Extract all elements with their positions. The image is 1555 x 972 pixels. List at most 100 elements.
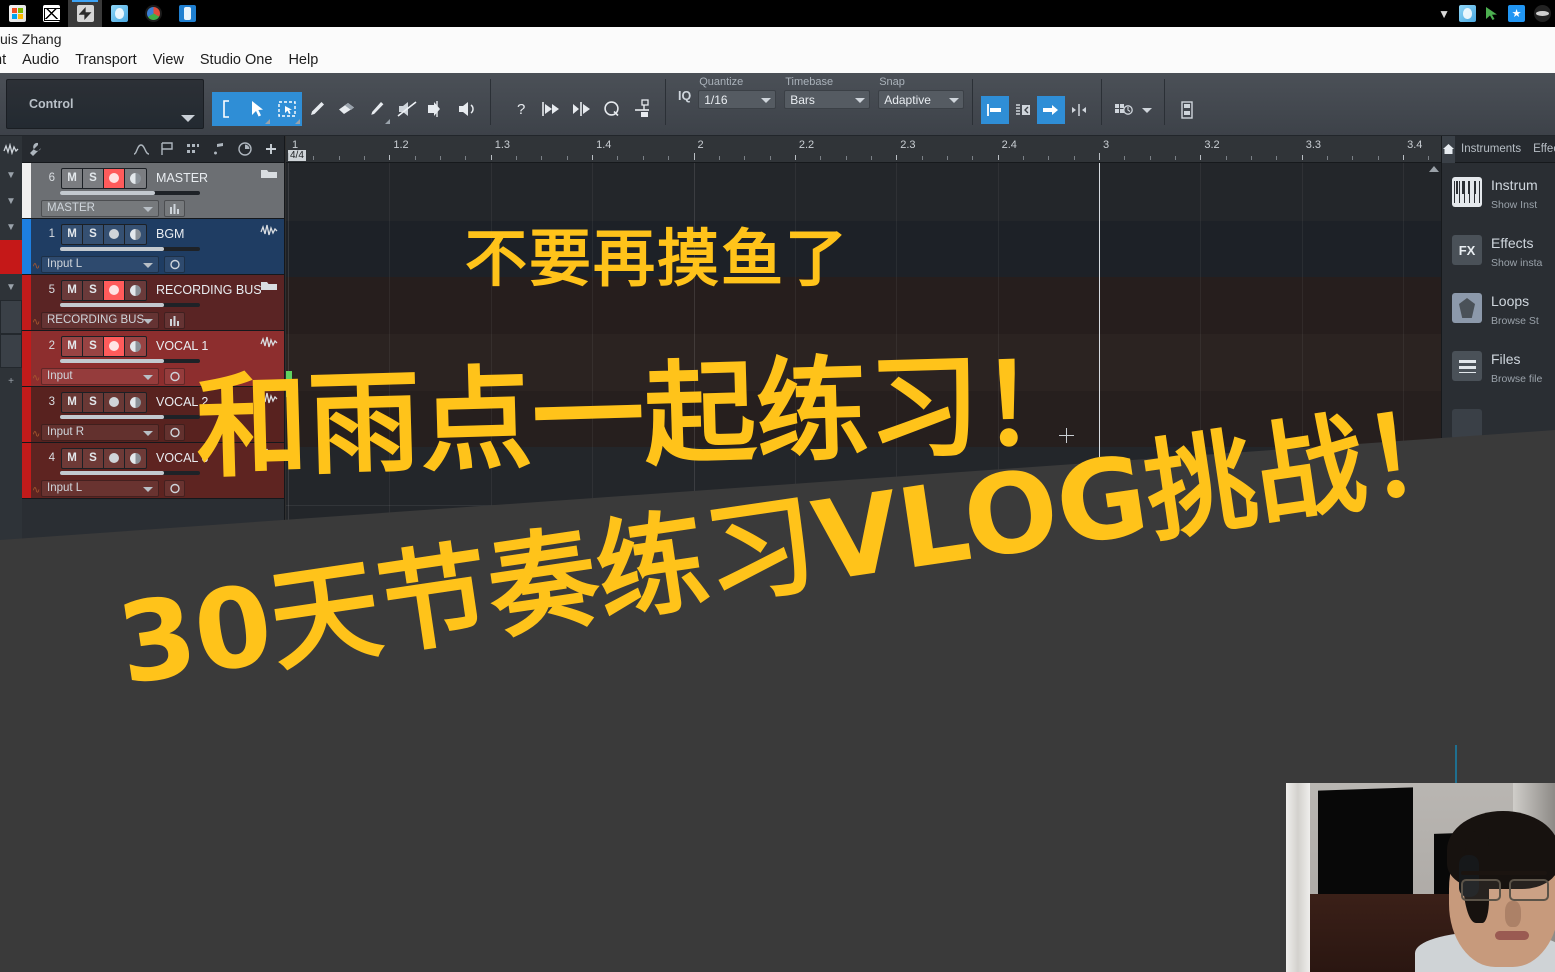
snap-to-bar-button[interactable] (981, 96, 1010, 124)
automation-indicator[interactable]: ∿ (32, 373, 40, 384)
wrench-icon[interactable] (22, 136, 48, 163)
track-row[interactable]: 5 M S RECORDING BUS RECORDING BUS ∿ (22, 275, 284, 331)
record-arm-button[interactable] (104, 168, 125, 188)
track-volume-slider[interactable] (60, 191, 200, 196)
arrangement-grid[interactable] (286, 163, 1441, 972)
rail-add-1[interactable]: + (0, 368, 22, 394)
track-volume-slider[interactable] (60, 415, 200, 420)
record-arm-button[interactable] (104, 336, 125, 356)
rail-dropdown-3[interactable]: ▼ (0, 214, 22, 240)
taskbar-studio-one[interactable] (68, 0, 102, 27)
snap-grid-button[interactable] (1009, 96, 1037, 124)
q-quantize-icon[interactable] (597, 92, 627, 126)
browser-item[interactable]: Files Browse file (1442, 351, 1555, 409)
waveform-icon[interactable] (260, 447, 278, 465)
chevron-down-icon[interactable] (143, 430, 153, 436)
menu-item-studio-one[interactable]: Studio One (200, 52, 273, 68)
arrow-tool[interactable] (242, 91, 272, 126)
taskbar-mail[interactable] (34, 0, 68, 27)
menu-item-view[interactable]: View (153, 52, 184, 68)
solo-button[interactable]: S (83, 392, 104, 412)
scroll-up-arrow[interactable] (1429, 166, 1439, 172)
track-input-select[interactable]: Input (41, 367, 159, 385)
quantize-field[interactable]: Quantize 1/16 (698, 76, 777, 135)
mute-button[interactable]: M (62, 336, 83, 356)
track-input-select[interactable]: Input L (41, 255, 159, 273)
time-signature[interactable]: 4/4 (288, 150, 306, 161)
mute-button[interactable]: M (62, 224, 83, 244)
home-icon[interactable] (1442, 135, 1455, 163)
folder-icon[interactable] (260, 279, 278, 297)
mute-button[interactable]: M (62, 280, 83, 300)
track-name[interactable]: RECORDING BUS (156, 283, 262, 297)
track-input-select[interactable]: Input R (41, 423, 159, 441)
tray-photo-icon[interactable] (1459, 5, 1476, 22)
track-lane[interactable] (286, 163, 1441, 221)
tab-effects[interactable]: Effec (1527, 143, 1555, 155)
monitor-button[interactable] (125, 448, 146, 468)
track-input-select[interactable]: MASTER (41, 199, 159, 217)
menu-item-help[interactable]: Help (288, 52, 318, 68)
chevron-down-icon[interactable] (143, 374, 153, 380)
eraser-tool[interactable] (332, 92, 362, 126)
timeline-ruler[interactable]: 4/4 1 1.2 1.3 1.4 2 2.2 2.3 2.4 3 3.2 3.3 3.4 (286, 136, 1441, 163)
grid-view-dropdown[interactable] (1138, 96, 1156, 124)
track-lane[interactable] (286, 334, 1441, 391)
track-row[interactable]: 6 M S MASTER MASTER (22, 163, 284, 219)
paint-tool[interactable] (302, 92, 332, 126)
automation-indicator[interactable]: ∿ (32, 261, 40, 272)
play-to-end-icon[interactable] (537, 92, 567, 126)
track-lane[interactable] (286, 391, 1441, 447)
record-arm-button[interactable] (104, 448, 125, 468)
folder-icon[interactable] (260, 167, 278, 185)
track-row[interactable]: 2 M S VOCAL 1 Input ∿ (22, 331, 284, 387)
browser-item[interactable]: Loops Browse St (1442, 293, 1555, 351)
track-name[interactable]: VOCAL 6 (156, 451, 208, 465)
rail-dropdown-2[interactable]: ▼ (0, 188, 22, 214)
chevron-down-icon[interactable] (143, 318, 153, 324)
track-row[interactable]: 1 M S BGM Input L ∿ (22, 219, 284, 275)
playhead[interactable] (1099, 163, 1100, 972)
iq-label[interactable]: IQ (678, 89, 691, 135)
track-volume-slider[interactable] (60, 471, 200, 476)
chevron-down-icon[interactable] (181, 115, 195, 122)
snap-value[interactable]: Adaptive (878, 90, 965, 109)
bend-tool[interactable] (422, 92, 452, 126)
track-name[interactable]: BGM (156, 227, 184, 241)
track-lane[interactable] (286, 277, 1441, 334)
record-circle-icon[interactable] (164, 479, 185, 497)
record-circle-icon[interactable] (164, 423, 185, 441)
mute-button[interactable]: M (62, 168, 83, 188)
grid-icon[interactable] (180, 136, 206, 163)
chevron-down-icon[interactable] (143, 486, 153, 492)
track-row[interactable]: 4 M S VOCAL 6 Input L ∿ (22, 443, 284, 499)
automation-indicator[interactable]: ∿ (32, 429, 40, 440)
track-volume-slider[interactable] (60, 303, 200, 308)
waveform-icon[interactable] (260, 391, 278, 409)
arranger-track-button[interactable] (1173, 96, 1201, 124)
range-tool[interactable] (212, 91, 242, 126)
chevron-up-icon[interactable]: ▼ (1438, 7, 1450, 21)
channel-editor-icon[interactable] (164, 311, 185, 329)
record-circle-icon[interactable] (164, 367, 185, 385)
mute-tool[interactable] (392, 92, 422, 126)
snap-relative-button[interactable] (1065, 96, 1093, 124)
chevron-down-icon[interactable] (949, 98, 960, 103)
solo-button[interactable]: S (83, 448, 104, 468)
record-arm-button[interactable] (104, 392, 125, 412)
solo-button[interactable]: S (83, 224, 104, 244)
browser-item[interactable]: FX Effects Show insta (1442, 235, 1555, 293)
automation-icon[interactable] (128, 136, 154, 163)
taskbar-microsoft-store[interactable] (0, 0, 34, 27)
solo-button[interactable]: S (83, 168, 104, 188)
question-icon[interactable]: ? (507, 92, 537, 126)
menu-item-transport[interactable]: Transport (75, 52, 137, 68)
record-arm-button[interactable] (104, 224, 125, 244)
record-circle-icon[interactable] (164, 255, 185, 273)
grid-view-button[interactable] (1110, 96, 1138, 124)
taskbar-color-wheel-app[interactable] (136, 0, 170, 27)
marker-icon[interactable] (154, 136, 180, 163)
track-volume-slider[interactable] (60, 247, 200, 252)
menu-item-edit[interactable]: nt (0, 52, 6, 68)
add-track-icon[interactable] (258, 136, 284, 163)
